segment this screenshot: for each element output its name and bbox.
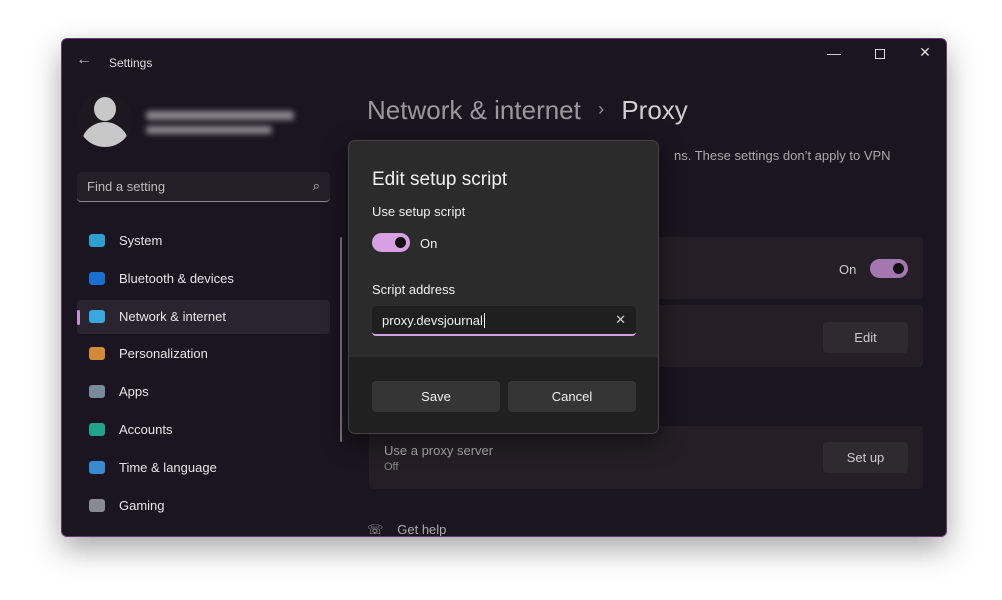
wifi-icon bbox=[89, 309, 105, 323]
address-label: Script address bbox=[372, 282, 456, 297]
account-email-blurred bbox=[146, 126, 272, 134]
sidebar-item-label: Network & internet bbox=[119, 308, 226, 324]
maximize-icon[interactable] bbox=[870, 46, 890, 62]
get-help-link[interactable]: ☏ Get help bbox=[367, 522, 447, 537]
monitor-icon bbox=[89, 234, 105, 247]
sidebar-item-label: Gaming bbox=[119, 497, 165, 513]
sidebar-scrollbar[interactable] bbox=[340, 237, 342, 442]
edit-setup-script-dialog: Edit setup script Use setup script On Sc… bbox=[348, 140, 659, 434]
dialog-title: Edit setup script bbox=[372, 169, 508, 190]
breadcrumb: Network & internet › Proxy bbox=[367, 95, 688, 126]
sidebar-item-gaming[interactable]: Gaming bbox=[77, 489, 330, 523]
cancel-button[interactable]: Cancel bbox=[508, 381, 636, 412]
sidebar-item-time-language[interactable]: Time & language bbox=[77, 451, 330, 485]
gamepad-icon bbox=[89, 498, 105, 512]
search-icon: ⌕ bbox=[312, 178, 320, 193]
sidebar-item-label: Bluetooth & devices bbox=[119, 270, 234, 286]
get-help-label: Get help bbox=[397, 522, 447, 537]
brush-icon bbox=[89, 347, 105, 361]
use-setup-script-toggle[interactable] bbox=[372, 233, 410, 252]
sidebar-item-bluetooth-devices[interactable]: Bluetooth & devices bbox=[77, 262, 330, 296]
sidebar-item-label: Personalization bbox=[119, 346, 208, 362]
avatar[interactable] bbox=[78, 93, 132, 147]
sidebar-item-accounts[interactable]: Accounts bbox=[77, 413, 330, 447]
setup-button[interactable]: Set up bbox=[823, 442, 908, 473]
manual-proxy-state: Off bbox=[384, 461, 399, 473]
close-icon[interactable]: ✕ bbox=[915, 44, 935, 61]
back-arrow-icon[interactable]: ← bbox=[76, 51, 92, 69]
apps-icon bbox=[89, 385, 105, 399]
sidebar-item-network-internet[interactable]: Network & internet bbox=[77, 299, 330, 334]
auto-toggle[interactable] bbox=[870, 259, 908, 278]
sidebar-item-system[interactable]: System bbox=[77, 224, 330, 258]
search-input[interactable]: Find a setting ⌕ bbox=[77, 172, 330, 202]
breadcrumb-parent[interactable]: Network & internet bbox=[367, 95, 581, 125]
breadcrumb-separator: › bbox=[598, 99, 605, 119]
toggle-label: Use setup script bbox=[372, 204, 466, 219]
script-address-input[interactable]: proxy.devsjournal ✕ bbox=[372, 306, 636, 336]
auto-toggle-state: On bbox=[839, 262, 857, 277]
toggle-state: On bbox=[420, 236, 438, 251]
proxy-description: ns. These settings don’t apply to VPN bbox=[674, 148, 891, 163]
person-icon bbox=[89, 423, 105, 436]
clock-globe-icon bbox=[89, 460, 105, 474]
selection-indicator bbox=[77, 309, 80, 325]
manual-proxy-title: Use a proxy server bbox=[384, 443, 494, 458]
script-address-value: proxy.devsjournal bbox=[382, 313, 483, 328]
manual-proxy-card: Use a proxy server Off Set up bbox=[369, 426, 923, 489]
minimize-icon[interactable]: — bbox=[824, 45, 844, 61]
account-name-blurred bbox=[146, 111, 294, 120]
search-placeholder: Find a setting bbox=[87, 179, 166, 194]
help-icon: ☏ bbox=[367, 522, 384, 537]
sidebar-item-label: Apps bbox=[119, 384, 149, 400]
save-button[interactable]: Save bbox=[372, 381, 500, 412]
sidebar-item-label: System bbox=[119, 233, 163, 248]
sidebar-item-personalization[interactable]: Personalization bbox=[77, 337, 330, 371]
page-title: Proxy bbox=[621, 95, 688, 125]
bluetooth-icon bbox=[89, 271, 105, 285]
sidebar-item-label: Accounts bbox=[119, 422, 173, 437]
sidebar-item-label: Time & language bbox=[119, 459, 217, 475]
clear-icon[interactable]: ✕ bbox=[615, 312, 626, 328]
window-title: Settings bbox=[109, 56, 153, 70]
sidebar-item-apps[interactable]: Apps bbox=[77, 375, 330, 409]
edit-button[interactable]: Edit bbox=[823, 322, 908, 353]
